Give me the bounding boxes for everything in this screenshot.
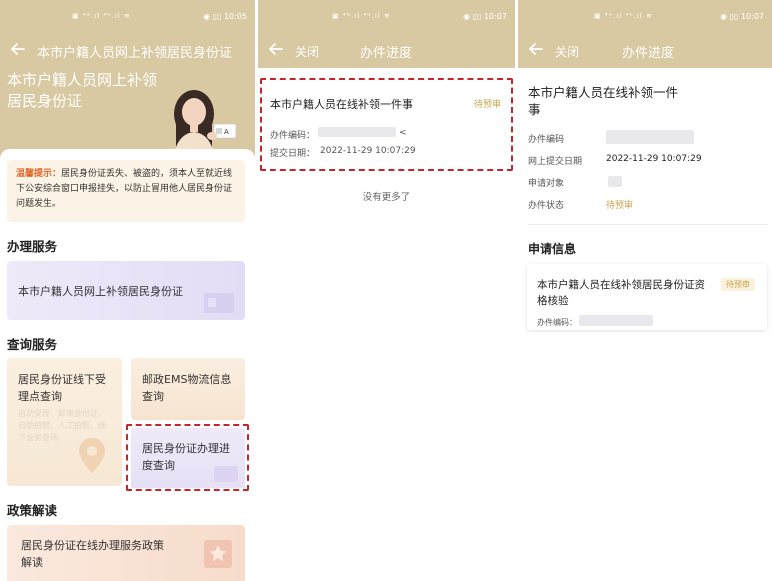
close-link[interactable]: 关闭 (295, 43, 319, 60)
apply-info-title: 本市户籍人员在线补领居民身份证资格核验 (537, 279, 705, 307)
nav-bar: 关闭 办件进度 (518, 32, 772, 68)
signal-icons: ▣ ⁴ᴳ.ıl ⁴ᴳ.ıl ≋ (332, 12, 391, 20)
id-card-icon (204, 293, 234, 313)
status-right: ◉ ▯▯ 10:05 (203, 12, 247, 21)
label-applicant: 申请对象 (528, 179, 565, 189)
panel-progress-detail: ▣ ⁴ᴳ.ıl ⁴ᴳ.ıl ≋ ◉ ▯▯ 10:07 关闭 办件进度 本市户籍人… (518, 0, 772, 581)
value-item-status: 待预审 (606, 201, 634, 211)
offline-office-query-tile[interactable]: 居民身份证线下受理点查询 自助受理、邮寄身份证、自助拍照、人工拍照、线下业务查询 (7, 358, 122, 486)
back-arrow-icon[interactable] (9, 40, 27, 58)
hero-title: 本市户籍人员网上补领居民身份证 (7, 71, 158, 110)
detail-title: 本市户籍人员在线补领一件事 (528, 85, 679, 117)
panel-progress-list: ▣ ⁴ᴳ.ıl ⁴ᴳ.ıl ≋ ◉ ▯▯ 10:07 关闭 办件进度 本市户籍人… (258, 0, 515, 581)
close-link[interactable]: 关闭 (555, 43, 579, 60)
handle-service-label: 本市户籍人员网上补领居民身份证 (18, 285, 183, 298)
value-submit-date: 2022-11-29 10:07:29 (606, 154, 702, 164)
highlight-progress-item (260, 78, 513, 171)
status-right: ◉ ▯▯ 10:07 (720, 12, 764, 21)
label-item-status: 办件状态 (528, 201, 565, 211)
no-more-text: 没有更多了 (362, 192, 411, 203)
section-title-policy: 政策解读 (7, 503, 58, 518)
handle-service-card[interactable]: 本市户籍人员网上补领居民身份证 (7, 261, 245, 320)
policy-card-label: 居民身份证在线办理服务政策解读 (21, 539, 164, 569)
status-time: 10:05 (223, 12, 247, 21)
ems-tracking-tile[interactable]: 邮政EMS物流信息查询 (131, 358, 245, 420)
highlight-progress-query (126, 424, 249, 491)
status-time: 10:07 (483, 12, 507, 21)
nav-bar: 本市户籍人员网上补领居民身份证 (0, 32, 255, 68)
apply-status-badge: 待预审 (721, 278, 755, 291)
section-title-apply-info: 申请信息 (528, 242, 577, 256)
page-title: 办件进度 (360, 46, 413, 61)
ems-tracking-label: 邮政EMS物流信息查询 (142, 373, 232, 403)
section-title-query: 查询服务 (7, 337, 58, 352)
page-title: 本市户籍人员网上补领居民身份证 (37, 46, 233, 61)
star-badge-icon (204, 540, 232, 568)
label-item-code: 办件编码 (528, 135, 565, 145)
notice-label: 温馨提示： (16, 169, 62, 179)
nav-bar: 关闭 办件进度 (258, 32, 515, 68)
item-code-redacted (606, 130, 694, 144)
back-arrow-icon[interactable] (527, 40, 545, 58)
location-pin-icon (79, 438, 105, 473)
apply-code-redacted (579, 315, 653, 326)
policy-card[interactable]: 居民身份证在线办理服务政策解读 (7, 525, 245, 581)
signal-icons: ▣ ⁴ᴳ.ıl ⁴ᴳ.ıl ≋ (594, 12, 653, 20)
notice-box: 温馨提示：居民身份证丢失、被盗的，须本人至就近线下公安综合窗口申报挂失，以防止冒… (7, 160, 245, 222)
apply-code-label: 办件编码： (537, 318, 577, 327)
offline-office-query-label: 居民身份证线下受理点查询 (18, 373, 106, 403)
apply-info-card[interactable]: 本市户籍人员在线补领居民身份证资格核验 待预审 办件编码： (527, 264, 767, 330)
section-divider (528, 224, 768, 225)
signal-icons: ▣ ⁴ᴳ.ıl ⁴ᴳ.ıl ≋ (72, 12, 131, 20)
status-time: 10:07 (740, 12, 764, 21)
section-title-handle: 办理服务 (7, 239, 58, 254)
page-title: 办件进度 (622, 46, 675, 61)
status-right: ◉ ▯▯ 10:07 (463, 12, 507, 21)
status-bar: ▣ ⁴ᴳ.ıl ⁴ᴳ.ıl ≋ ◉ ▯▯ 10:05 (0, 0, 255, 32)
panel-service-home: ▣ ⁴ᴳ.ıl ⁴ᴳ.ıl ≋ ◉ ▯▯ 10:05 本市户籍人员网上补领居民身… (0, 0, 255, 581)
status-bar: ▣ ⁴ᴳ.ıl ⁴ᴳ.ıl ≋ ◉ ▯▯ 10:07 (258, 0, 515, 32)
applicant-redacted (608, 176, 622, 187)
label-submit-date: 网上提交日期 (528, 157, 583, 167)
back-arrow-icon[interactable] (267, 40, 285, 58)
id-card-letter: A (224, 128, 229, 136)
status-bar: ▣ ⁴ᴳ.ıl ⁴ᴳ.ıl ≋ ◉ ▯▯ 10:07 (518, 0, 772, 32)
